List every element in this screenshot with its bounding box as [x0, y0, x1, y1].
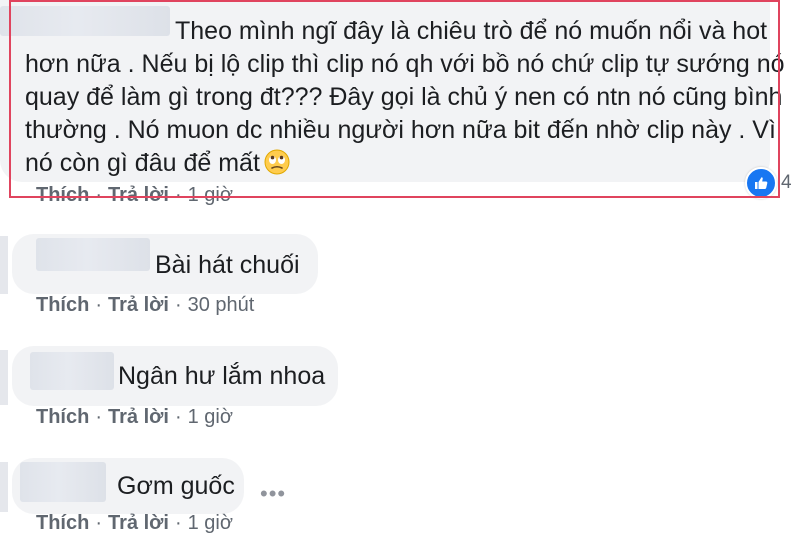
- avatar[interactable]: [0, 462, 8, 512]
- comment-text: Ngân hư lắm nhoa: [118, 362, 326, 390]
- separator: ·: [95, 512, 103, 534]
- commenter-name-blurred[interactable]: [0, 6, 170, 36]
- reply-link[interactable]: Trả lời: [108, 294, 169, 316]
- comment-line: thường . Nó muon dc nhiều người hơn nữa …: [25, 116, 776, 144]
- timestamp[interactable]: 1 giờ: [188, 406, 233, 428]
- comment-text: Bài hát chuối: [155, 251, 300, 279]
- comment-line: hơn nữa . Nếu bị lộ clip thì clip nó qh …: [25, 50, 785, 78]
- like-link[interactable]: Thích: [36, 294, 89, 316]
- like-link[interactable]: Thích: [36, 406, 89, 428]
- separator: ·: [95, 184, 103, 206]
- timestamp[interactable]: 1 giờ: [188, 184, 233, 206]
- comment-actions: Thích · Trả lời · 1 giờ: [36, 512, 233, 535]
- comment-line: quay để làm gì trong đt??? Đây gọi là ch…: [25, 83, 783, 111]
- commenter-name-blurred[interactable]: [36, 238, 150, 271]
- timestamp[interactable]: 1 giờ: [188, 512, 233, 534]
- comment-actions: Thích · Trả lời · 30 phút: [36, 294, 254, 317]
- comment-line: Theo mình ngĩ đây là chiêu trò để nó muố…: [175, 17, 768, 45]
- timestamp[interactable]: 30 phút: [188, 294, 255, 316]
- like-link[interactable]: Thích: [36, 184, 89, 206]
- avatar[interactable]: [0, 236, 8, 294]
- separator: ·: [95, 294, 103, 316]
- commenter-name-blurred[interactable]: [30, 352, 114, 390]
- like-reaction-icon[interactable]: [745, 167, 777, 199]
- like-link[interactable]: Thích: [36, 512, 89, 534]
- comment-actions: Thích · Trả lời · 1 giờ: [36, 406, 233, 429]
- reply-link[interactable]: Trả lời: [108, 184, 169, 206]
- comment-line-text: nó còn gì đâu để mất: [25, 149, 260, 177]
- reply-link[interactable]: Trả lời: [108, 512, 169, 534]
- avatar[interactable]: [0, 350, 8, 405]
- separator: ·: [174, 294, 182, 316]
- separator: ·: [95, 406, 103, 428]
- more-options-icon[interactable]: •••: [260, 481, 286, 507]
- comment-text: Gơm guốc: [117, 472, 235, 500]
- like-count: 4: [781, 172, 792, 193]
- separator: ·: [174, 184, 182, 206]
- separator: ·: [174, 406, 182, 428]
- reply-link[interactable]: Trả lời: [108, 406, 169, 428]
- comment-line: nó còn gì đâu để mất: [25, 149, 290, 182]
- commenter-name-blurred[interactable]: [20, 462, 106, 502]
- separator: ·: [174, 512, 182, 534]
- rolling-eyes-emoji-icon: [264, 149, 290, 182]
- comment-actions: Thích · Trả lời · 1 giờ: [36, 184, 233, 207]
